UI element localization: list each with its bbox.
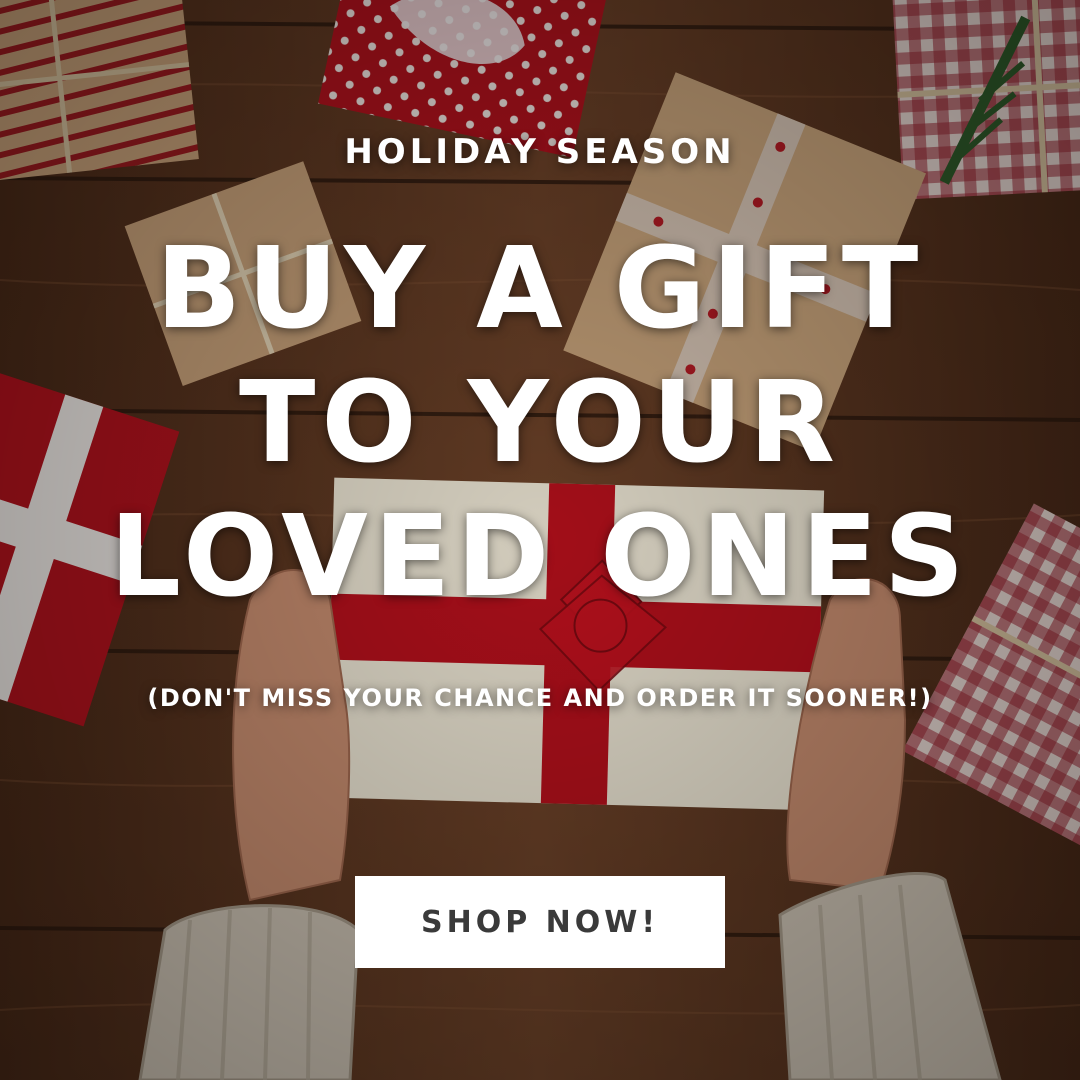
shop-now-label: SHOP NOW! xyxy=(420,904,660,940)
headline-line: TO YOUR xyxy=(238,358,842,488)
subtext: (DON'T MISS YOUR CHANCE AND ORDER IT SOO… xyxy=(147,684,933,712)
shop-now-button[interactable]: SHOP NOW! xyxy=(355,876,725,968)
headline-line: BUY A GIFT xyxy=(155,224,925,354)
headline: BUY A GIFT TO YOUR LOVED ONES xyxy=(0,222,1080,624)
headline-line: LOVED ONES xyxy=(109,492,971,622)
holiday-banner: HOLIDAY SEASON BUY A GIFT TO YOUR LOVED … xyxy=(0,0,1080,1080)
eyebrow-text: HOLIDAY SEASON xyxy=(344,132,736,172)
